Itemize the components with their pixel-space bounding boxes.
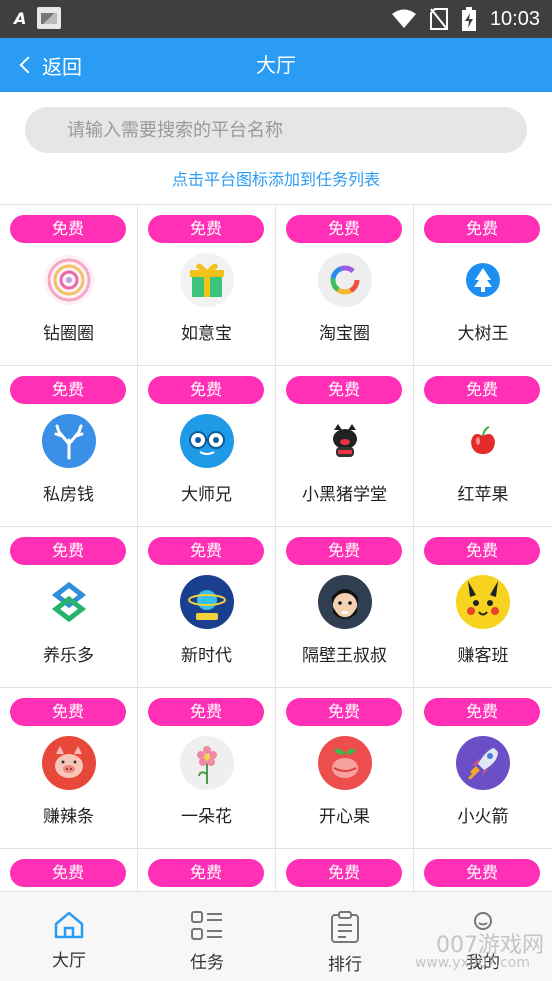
platform-name: 大师兄 [181,485,232,505]
free-badge: 免费 [148,376,264,404]
platform-tile[interactable]: 免费 如意宝 [138,205,276,365]
free-badge: 免费 [286,215,402,243]
pikachu-icon [456,575,510,629]
platform-name: 开心果 [319,807,370,827]
ranking-clipboard-icon [331,911,359,943]
platform-name: 养乐多 [43,646,94,666]
wifi-icon [391,9,416,28]
platform-name: 一朵花 [181,807,232,827]
platform-tile[interactable]: 免费 新时代 [138,527,276,687]
free-badge: 免费 [148,215,264,243]
free-badge: 免费 [286,859,402,887]
home-icon [54,911,84,939]
platform-tile[interactable]: 免费 钻圈圈 [0,205,138,365]
free-badge: 免费 [424,376,540,404]
free-badge: 免费 [10,859,126,887]
nav-item-ranking[interactable]: 排行 [276,892,414,981]
platform-tile[interactable]: 免费 小黑猪学堂 [276,366,414,526]
platform-name: 大树王 [457,324,509,344]
free-badge: 免费 [286,698,402,726]
glasses-face-icon [180,414,234,468]
no-sim-icon [429,8,448,30]
platform-row: 免费 赚辣条 免费 一朵花 免费 开心果 免费 小火箭 [0,688,552,849]
platform-tile[interactable]: 免费 养乐多 [0,527,138,687]
free-badge: 免费 [286,537,402,565]
watermark-url: www.yx007.com [414,955,530,971]
battery-charging-icon [461,7,476,31]
rocket-icon [456,736,510,790]
bearded-man-icon [318,575,372,629]
free-badge: 免费 [10,698,126,726]
platform-name: 小火箭 [457,807,509,827]
free-badge: 免费 [10,376,126,404]
platform-tile[interactable]: 免费 一朵花 [138,688,276,848]
free-badge: 免费 [424,537,540,565]
gift-box-icon [180,253,234,307]
add-task-hint: 点击平台图标添加到任务列表 [171,170,380,189]
search-input[interactable] [67,119,527,141]
platform-row: 免费 钻圈圈 免费 如意宝 免费 淘宝圈 免费 大树王 [0,205,552,366]
platform-name: 如意宝 [181,324,232,344]
platform-grid: 免费 钻圈圈 免费 如意宝 免费 淘宝圈 免费 大树王 免费 私房钱 免费 大师… [0,204,552,981]
platform-tile[interactable]: 免费 开心果 [276,688,414,848]
free-badge: 免费 [148,698,264,726]
free-badge: 免费 [148,537,264,565]
page-title: 大厅 [256,53,296,77]
nav-item-tasks[interactable]: 任务 [138,892,276,981]
rainbow-ring-icon [318,253,372,307]
free-badge: 免费 [424,859,540,887]
planet-icon [180,575,234,629]
platform-row: 免费 私房钱 免费 大师兄 免费 小黑猪学堂 免费 红苹果 [0,366,552,527]
platform-name: 新时代 [181,646,232,666]
nav-item-hall[interactable]: 大厅 [0,892,138,981]
tree-icon [456,253,510,307]
free-badge: 免费 [424,698,540,726]
platform-name: 私房钱 [43,485,94,505]
notification-a-icon: A [14,8,26,28]
platform-tile[interactable]: 免费 赚辣条 [0,688,138,848]
status-bar: A 10:03 [0,0,552,38]
nav-label: 大厅 [52,951,86,971]
platform-name: 赚客班 [457,646,509,666]
app-header: 返回 大厅 [0,38,552,92]
pig-face-icon [42,736,96,790]
platform-tile[interactable]: 免费 私房钱 [0,366,138,526]
flower-icon [180,736,234,790]
spiral-icon [42,253,96,307]
nav-label: 排行 [328,955,362,975]
task-list-icon [191,911,222,940]
free-badge: 免费 [10,215,126,243]
platform-tile[interactable]: 免费 红苹果 [414,366,552,526]
nav-label: 任务 [190,953,224,973]
status-time: 10:03 [489,7,540,30]
platform-tile[interactable]: 免费 赚客班 [414,527,552,687]
platform-tile[interactable]: 免费 大树王 [414,205,552,365]
platform-row: 免费 养乐多 免费 新时代 免费 隔壁王叔叔 免费 赚客班 [0,527,552,688]
platform-tile[interactable]: 免费 大师兄 [138,366,276,526]
platform-tile[interactable]: 免费 小火箭 [414,688,552,848]
fruit-icon [318,736,372,790]
platform-name: 钻圈圈 [43,324,94,344]
free-badge: 免费 [148,859,264,887]
platform-tile[interactable]: 免费 淘宝圈 [276,205,414,365]
platform-name: 隔壁王叔叔 [302,646,387,666]
platform-name: 红苹果 [457,485,509,505]
search-bar [25,107,527,153]
free-badge: 免费 [424,215,540,243]
free-badge: 免费 [286,376,402,404]
platform-tile[interactable]: 免费 隔壁王叔叔 [276,527,414,687]
red-apple-icon [456,414,510,468]
platform-name: 赚辣条 [43,807,94,827]
black-pig-icon [318,414,372,468]
knot-icon [42,575,96,629]
image-notification-icon [37,7,62,29]
free-badge: 免费 [10,537,126,565]
antler-icon [42,414,96,468]
platform-name: 小黑猪学堂 [302,485,387,505]
platform-name: 淘宝圈 [319,324,370,344]
